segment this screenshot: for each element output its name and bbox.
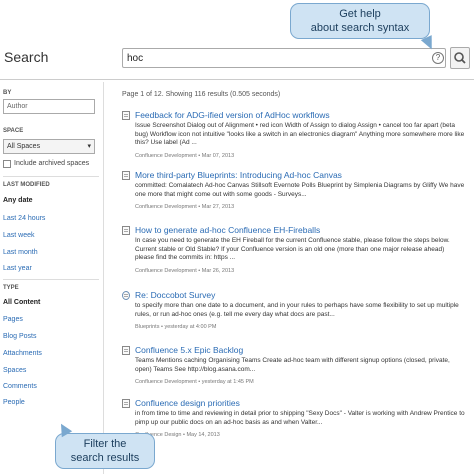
result-title-link[interactable]: Confluence 5.x Epic Backlog — [135, 345, 243, 355]
result-excerpt: Teams Mentions caching Organising Teams … — [135, 357, 450, 373]
search-button[interactable] — [450, 47, 470, 69]
filter-callout-line2: search results — [70, 452, 140, 464]
result-meta: Confluence Development • yesterday at 1:… — [135, 379, 254, 385]
page-icon — [122, 346, 130, 355]
modified-last-year[interactable]: Last year — [3, 265, 32, 272]
result-excerpt: Issue Screenshot Dialog out of Alignment… — [135, 122, 465, 147]
author-field[interactable]: Author — [3, 99, 95, 114]
result-title-link[interactable]: Confluence design priorities — [135, 398, 240, 408]
type-comments[interactable]: Comments — [3, 383, 37, 390]
help-callout-line2: about search syntax — [310, 22, 410, 34]
result-excerpt: In case you need to generate the EH Fire… — [135, 237, 450, 262]
result-excerpt: committed: Comalatech Ad-hoc Canvas Stil… — [135, 182, 465, 198]
type-pages[interactable]: Pages — [3, 316, 23, 323]
result-title-link[interactable]: Re: Doccobot Survey — [135, 290, 215, 300]
space-select-value: All Spaces — [7, 143, 41, 150]
magnifier-icon — [454, 52, 466, 64]
type-attachments[interactable]: Attachments — [3, 350, 42, 357]
result-title-link[interactable]: Feedback for ADG-ified version of AdHoc … — [135, 110, 330, 120]
result-excerpt: to specify more than one date to a docum… — [135, 302, 459, 318]
page-icon — [122, 171, 130, 180]
filter-sidebar: BY Author SPACE All Spaces ▾ Include arc… — [0, 82, 104, 474]
by-heading: BY — [3, 90, 12, 96]
result-meta: Confluence Development • Mar 26, 2013 — [135, 268, 235, 274]
result-meta: Confluence Development • Mar 27, 2013 — [135, 204, 235, 210]
result-meta: Blueprints • yesterday at 4:00 PM — [135, 324, 217, 330]
page-title: Search — [4, 49, 49, 65]
type-all-content[interactable]: All Content — [3, 299, 40, 306]
search-box[interactable]: ? — [122, 48, 446, 68]
modified-last-month[interactable]: Last month — [3, 249, 38, 256]
modified-last-24-hours[interactable]: Last 24 hours — [3, 215, 45, 222]
result-meta: Confluence Development • Mar 07, 2013 — [135, 153, 235, 159]
search-input[interactable] — [127, 51, 407, 66]
page-icon — [122, 111, 130, 120]
modified-any-date[interactable]: Any date — [3, 197, 33, 204]
help-icon[interactable]: ? — [432, 52, 444, 64]
results-summary: Page 1 of 12. Showing 116 results (0.505… — [122, 91, 281, 98]
space-select[interactable]: All Spaces ▾ — [3, 139, 95, 154]
comment-icon — [122, 291, 130, 300]
modified-heading: LAST MODIFIED — [3, 182, 50, 188]
divider — [3, 279, 99, 280]
filter-callout: Filter the search results — [55, 433, 155, 469]
help-callout: Get help about search syntax — [290, 3, 430, 39]
page-icon — [122, 399, 130, 408]
result-title-link[interactable]: More third-party Blueprints: Introducing… — [135, 170, 342, 180]
chevron-down-icon: ▾ — [87, 143, 91, 150]
space-heading: SPACE — [3, 128, 24, 134]
page-icon — [122, 226, 130, 235]
archived-checkbox[interactable] — [3, 160, 11, 168]
result-title-link[interactable]: How to generate ad-hoc Confluence EH-Fir… — [135, 225, 320, 235]
archived-label: Include archived spaces — [14, 160, 90, 167]
divider — [3, 176, 99, 177]
type-people[interactable]: People — [3, 399, 25, 406]
help-callout-line1: Get help — [339, 8, 381, 20]
type-blog-posts[interactable]: Blog Posts — [3, 333, 36, 340]
modified-last-week[interactable]: Last week — [3, 232, 35, 239]
filter-callout-line1: Filter the — [83, 438, 127, 450]
type-spaces[interactable]: Spaces — [3, 367, 26, 374]
result-excerpt: in from time to time and reviewing in de… — [135, 410, 465, 426]
type-heading: TYPE — [3, 285, 19, 291]
